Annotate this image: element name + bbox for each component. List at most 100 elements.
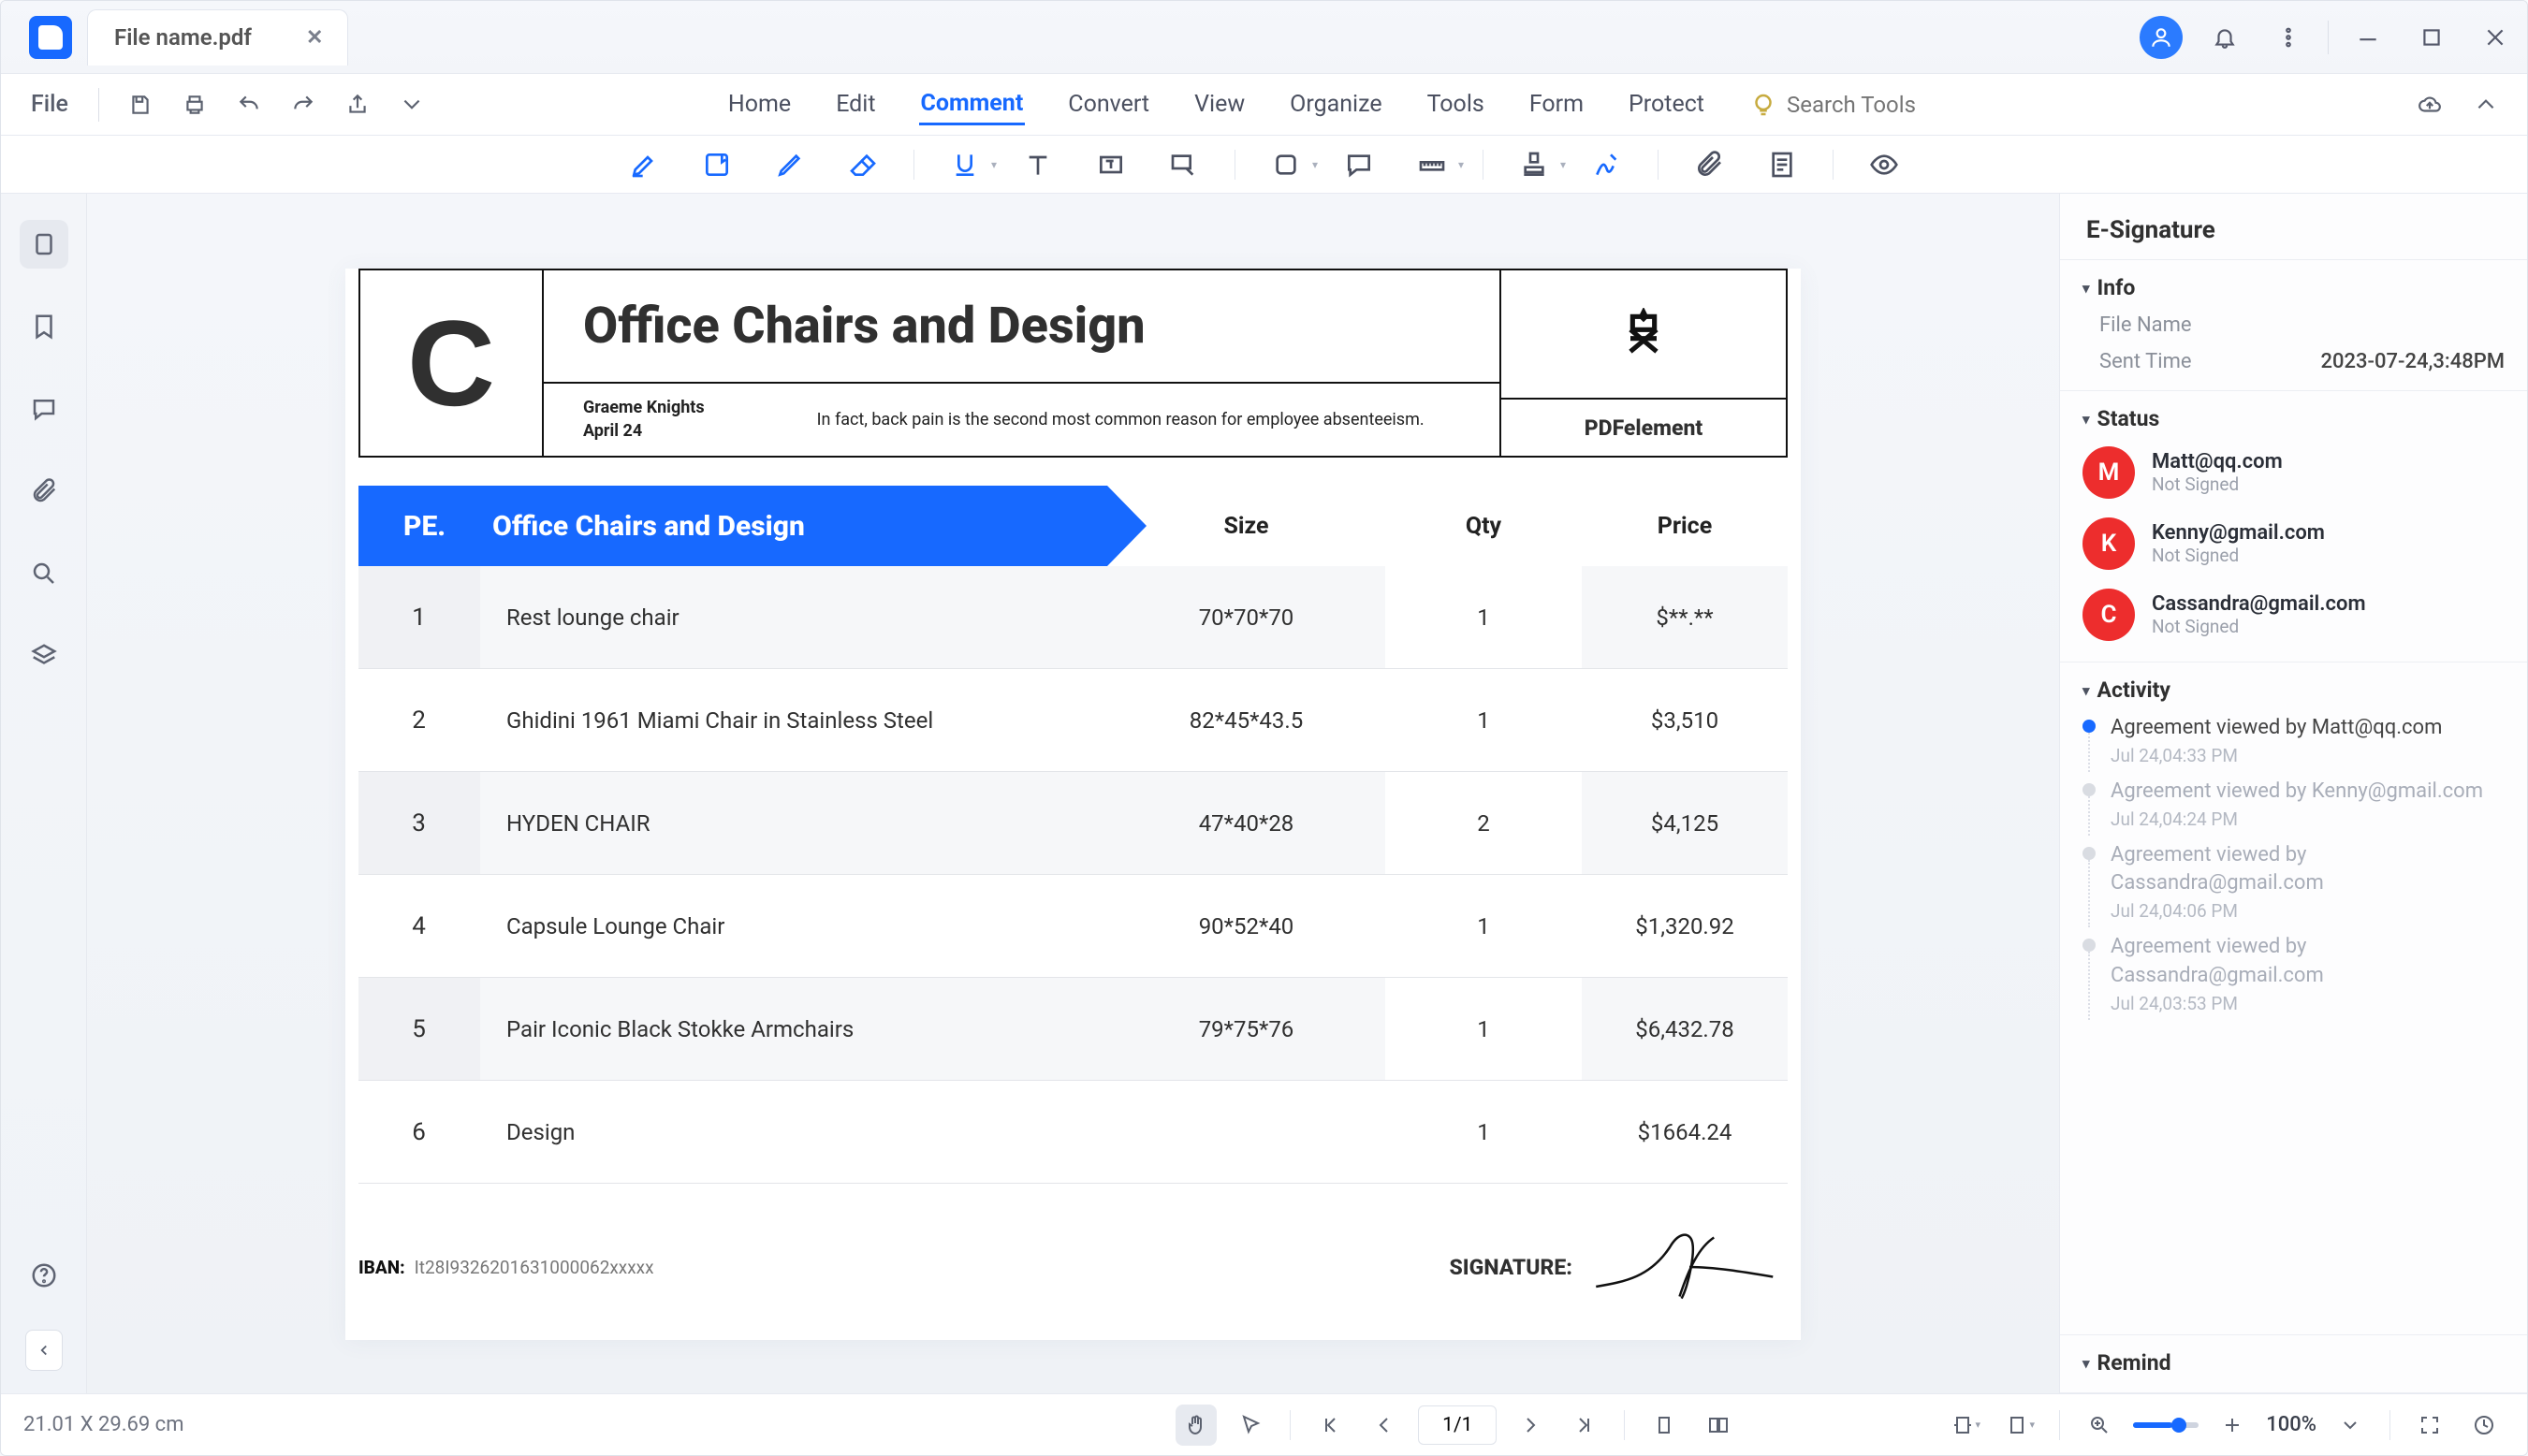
signer-status: Not Signed xyxy=(2152,473,2283,495)
zoom-in-icon[interactable] xyxy=(2212,1405,2253,1446)
signer-item[interactable]: C Cassandra@gmail.com Not Signed xyxy=(2082,579,2505,650)
stamp-tool-icon[interactable]: ▾ xyxy=(1512,144,1556,185)
search-panel-icon[interactable] xyxy=(20,549,68,598)
undo-icon[interactable] xyxy=(228,84,270,125)
notifications-icon[interactable] xyxy=(2200,13,2249,62)
quick-dropdown-icon[interactable] xyxy=(391,84,432,125)
text-tool-icon[interactable] xyxy=(1016,144,1060,185)
attachment-panel-icon[interactable] xyxy=(20,467,68,516)
comment-bubble-tool-icon[interactable] xyxy=(1337,144,1381,185)
row-name: HYDEN CHAIR xyxy=(480,772,1107,874)
row-no: 5 xyxy=(358,978,480,1080)
signer-item[interactable]: M Matt@qq.com Not Signed xyxy=(2082,437,2505,508)
zoom-dropdown-icon[interactable] xyxy=(2330,1405,2371,1446)
signature-label: SIGNATURE: xyxy=(1450,1255,1572,1280)
signer-item[interactable]: K Kenny@gmail.com Not Signed xyxy=(2082,508,2505,579)
window-close-icon[interactable] xyxy=(2471,13,2520,62)
more-menu-icon[interactable] xyxy=(2264,13,2313,62)
activity-item: Agreement viewed by Cassandra@gmail.com … xyxy=(2082,927,2505,1020)
textbox-tool-icon[interactable] xyxy=(1089,144,1133,185)
save-icon[interactable] xyxy=(120,84,161,125)
first-page-icon[interactable] xyxy=(1309,1405,1351,1446)
fullscreen-icon[interactable] xyxy=(2409,1405,2450,1446)
nav-form[interactable]: Form xyxy=(1527,85,1585,124)
prev-page-icon[interactable] xyxy=(1364,1405,1405,1446)
redo-icon[interactable] xyxy=(283,84,324,125)
status-section-toggle[interactable]: Status xyxy=(2082,406,2505,437)
nav-view[interactable]: View xyxy=(1192,85,1247,124)
single-page-view-icon[interactable] xyxy=(1644,1405,1685,1446)
account-avatar-button[interactable] xyxy=(2137,13,2185,62)
eraser-tool-icon[interactable] xyxy=(840,144,885,185)
info-filename-label: File Name xyxy=(2099,313,2192,337)
doc-author: Graeme Knights xyxy=(583,397,705,419)
page-input[interactable] xyxy=(1418,1405,1497,1445)
close-tab-icon[interactable]: ✕ xyxy=(306,26,323,50)
print-icon[interactable] xyxy=(174,84,215,125)
doc-date: April 24 xyxy=(583,420,705,443)
thumbnail-panel-icon[interactable] xyxy=(20,220,68,269)
bookmark-panel-icon[interactable] xyxy=(20,302,68,351)
row-qty: 1 xyxy=(1385,669,1582,771)
activity-timestamp: Jul 24,04:24 PM xyxy=(2111,808,2483,830)
pencil-tool-icon[interactable] xyxy=(767,144,812,185)
fit-page-icon[interactable]: ▾ xyxy=(1999,1405,2040,1446)
underline-tool-icon[interactable]: ▾ xyxy=(943,144,987,185)
col-size: Size xyxy=(1107,486,1385,566)
row-qty: 1 xyxy=(1385,875,1582,977)
signer-avatar: C xyxy=(2082,589,2135,641)
window-maximize-icon[interactable] xyxy=(2407,13,2456,62)
app-logo[interactable] xyxy=(29,16,72,59)
doc-subtitle: In fact, back pain is the second most co… xyxy=(817,409,1425,431)
callout-tool-icon[interactable] xyxy=(1162,144,1206,185)
note-tool-icon[interactable] xyxy=(694,144,739,185)
fit-width-icon[interactable]: ▾ xyxy=(1945,1405,1986,1446)
table-row: 5Pair Iconic Black Stokke Armchairs79*75… xyxy=(358,978,1788,1081)
zoom-slider[interactable] xyxy=(2133,1422,2199,1428)
nav-edit[interactable]: Edit xyxy=(834,85,877,124)
zoom-out-lens-icon[interactable] xyxy=(2079,1405,2120,1446)
select-tool-icon[interactable] xyxy=(1230,1405,1271,1446)
attachment-tool-icon[interactable] xyxy=(1687,144,1732,185)
layers-panel-icon[interactable] xyxy=(20,632,68,680)
row-no: 6 xyxy=(358,1081,480,1183)
doc-brand: PDFelement xyxy=(1501,400,1786,456)
activity-dot-icon xyxy=(2082,720,2096,733)
row-size: 79*75*76 xyxy=(1107,978,1385,1080)
nav-convert[interactable]: Convert xyxy=(1066,85,1151,124)
table-row: 3HYDEN CHAIR47*40*282$4,125 xyxy=(358,772,1788,875)
form-tool-icon[interactable] xyxy=(1760,144,1805,185)
row-qty: 1 xyxy=(1385,978,1582,1080)
row-price: $4,125 xyxy=(1582,772,1788,874)
row-price: $3,510 xyxy=(1582,669,1788,771)
nav-organize[interactable]: Organize xyxy=(1288,85,1383,124)
remind-section-toggle[interactable]: Remind xyxy=(2082,1350,2505,1381)
cloud-upload-icon[interactable] xyxy=(2409,84,2450,125)
read-mode-icon[interactable] xyxy=(2463,1405,2505,1446)
shape-tool-icon[interactable]: ▾ xyxy=(1264,144,1308,185)
share-icon[interactable] xyxy=(337,84,378,125)
nav-comment[interactable]: Comment xyxy=(919,84,1026,125)
expand-sidebar-icon[interactable] xyxy=(25,1330,63,1371)
document-tab[interactable]: File name.pdf ✕ xyxy=(87,9,348,66)
two-page-view-icon[interactable] xyxy=(1698,1405,1739,1446)
last-page-icon[interactable] xyxy=(1564,1405,1605,1446)
search-tools-input[interactable] xyxy=(1787,92,1974,118)
info-section-toggle[interactable]: Info xyxy=(2082,275,2505,306)
hide-annotations-icon[interactable] xyxy=(1862,144,1907,185)
nav-home[interactable]: Home xyxy=(726,85,793,124)
collapse-ribbon-icon[interactable] xyxy=(2465,84,2506,125)
nav-protect[interactable]: Protect xyxy=(1627,85,1706,124)
signature-tool-icon[interactable] xyxy=(1585,144,1629,185)
nav-tools[interactable]: Tools xyxy=(1425,85,1486,124)
window-minimize-icon[interactable] xyxy=(2344,13,2392,62)
measure-tool-icon[interactable]: ▾ xyxy=(1410,144,1454,185)
help-icon[interactable] xyxy=(20,1251,68,1300)
next-page-icon[interactable] xyxy=(1510,1405,1551,1446)
hand-tool-icon[interactable] xyxy=(1176,1405,1217,1446)
iban-label: IBAN: xyxy=(358,1257,405,1278)
highlight-tool-icon[interactable] xyxy=(621,144,666,185)
file-menu[interactable]: File xyxy=(22,91,78,118)
activity-section-toggle[interactable]: Activity xyxy=(2082,677,2505,708)
comment-panel-icon[interactable] xyxy=(20,385,68,433)
